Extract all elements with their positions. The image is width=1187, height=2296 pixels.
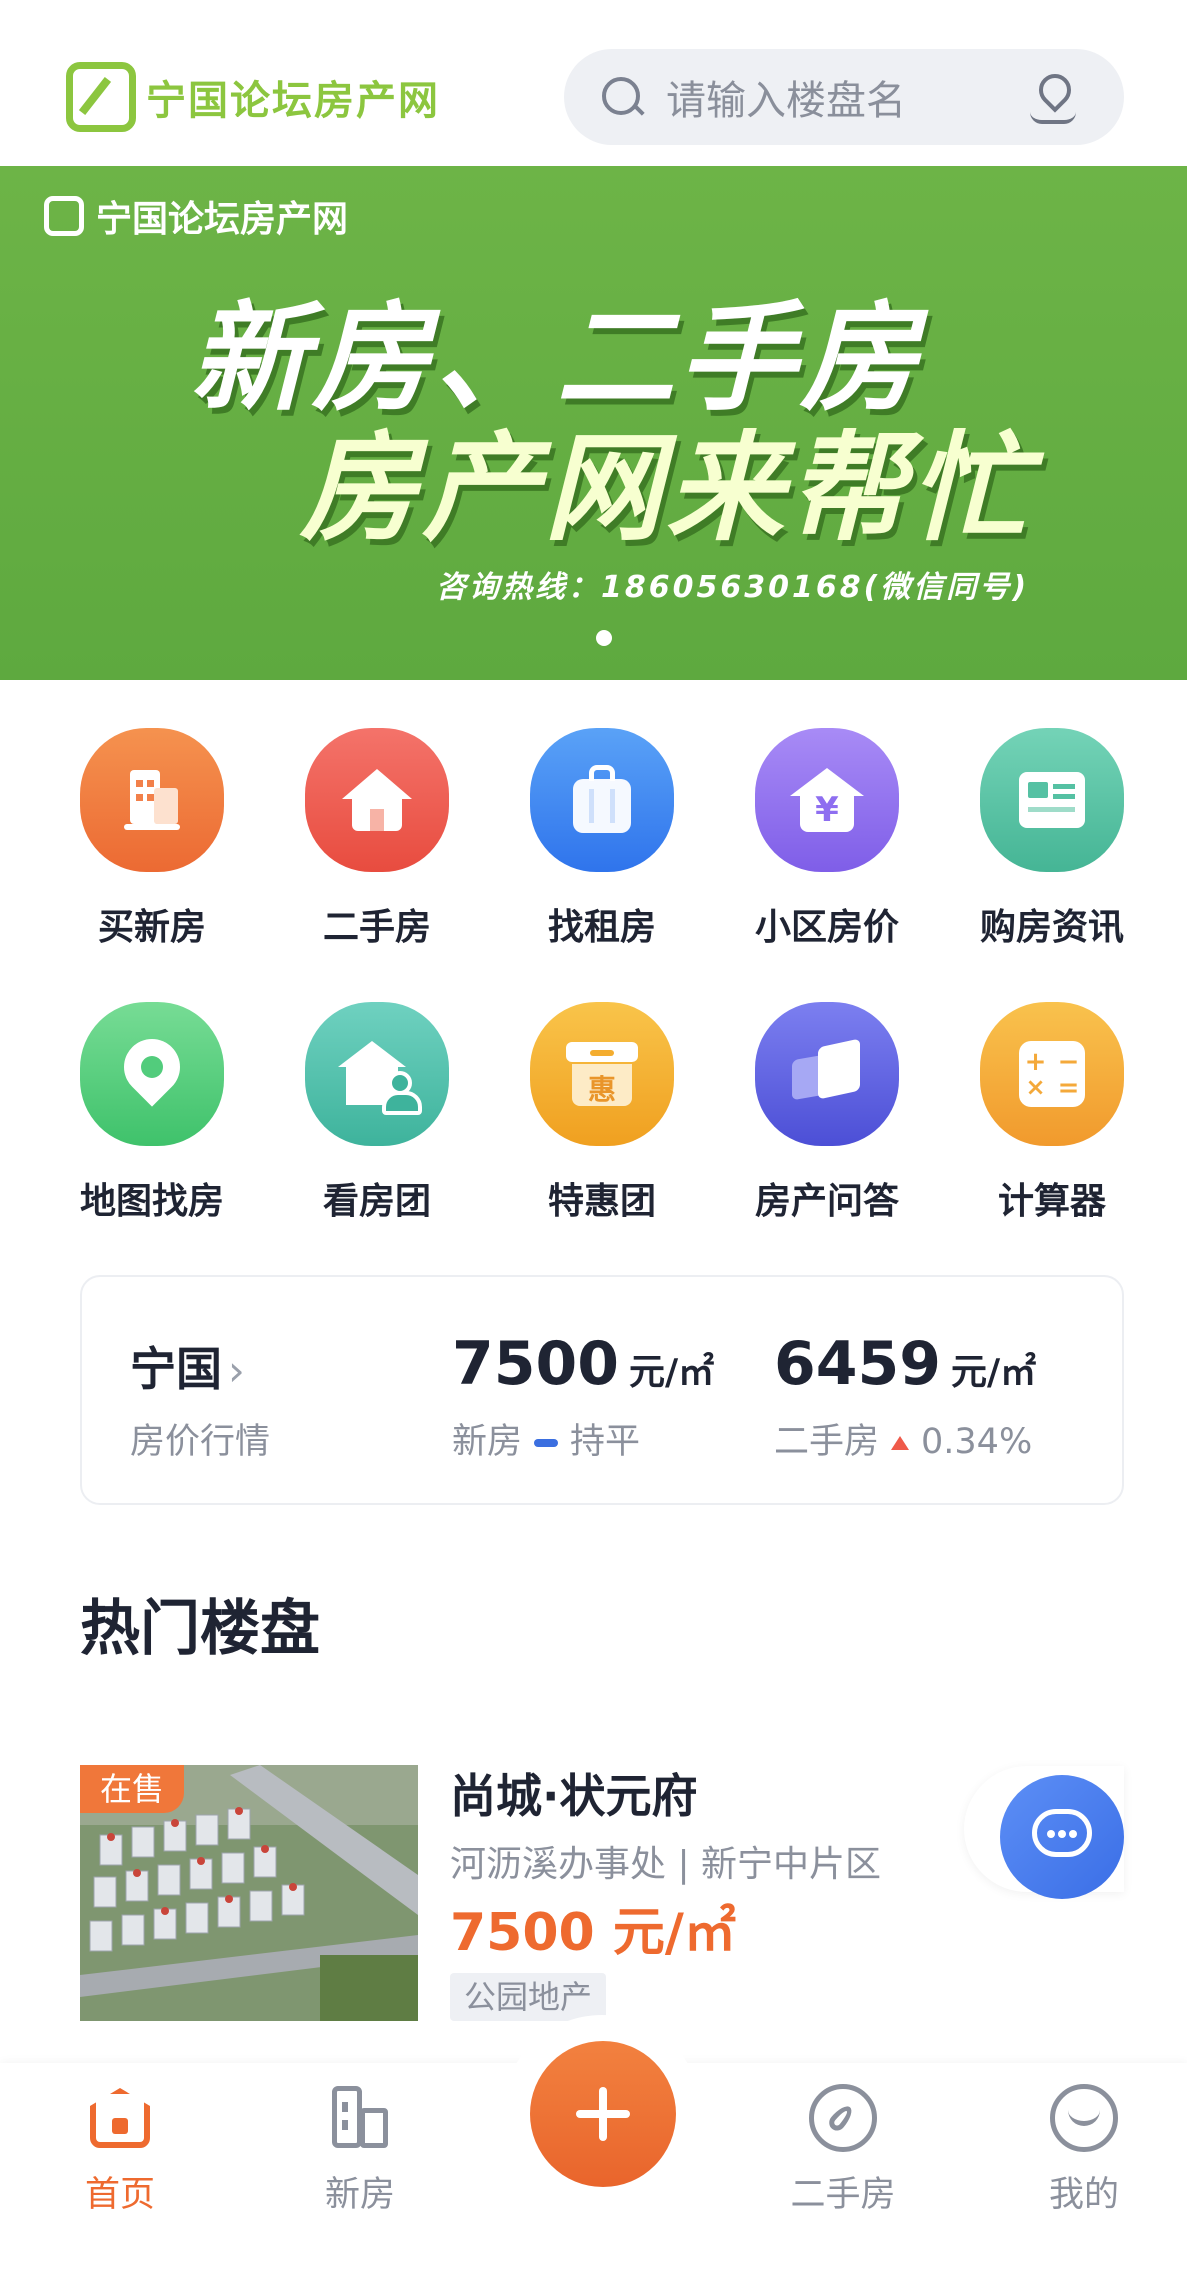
nav-item-second-hand[interactable]: 二手房 [287,728,467,950]
new-trend-value: 持平 [570,1422,641,1462]
status-badge: 在售 [80,1765,184,1813]
tab-new-house[interactable]: 新房 [290,2082,430,2217]
luggage-icon [530,728,674,872]
yuan-house-icon: ¥ [755,728,899,872]
chat-bubble-icon [1032,1809,1092,1857]
chevron-right-icon: › [228,1346,245,1395]
nav-label: 房产问答 [754,1181,899,1222]
second-house-trend: 二手房 0.34% [774,1413,1032,1464]
nav-label: 二手房 [322,907,431,948]
listing-location: 河沥溪办事处 | 新宁中片区 [450,1844,882,1885]
logo-text: 宁国论坛房产网 [146,78,440,124]
nav-item-qa[interactable]: 房产问答 [737,1002,917,1224]
second-price-value: 6459 [774,1329,941,1399]
price-trend-card[interactable]: 宁国 › 房价行情 7500 元/㎡ 新房 持平 6459 元/㎡ 二手房 0.34% [80,1275,1124,1505]
banner-brand: 宁国论坛房产网 [44,190,348,242]
listing-tag: 公园地产 [450,1973,607,2021]
header: 宁国论坛房产网 请输入楼盘名 [0,0,1187,166]
new-house-price: 7500 元/㎡ [452,1329,714,1399]
nav-label: 购房资讯 [979,907,1124,948]
tab-label: 新房 [324,2175,395,2215]
nav-item-rent[interactable]: 找租房 [512,728,692,950]
price-unit: 元/㎡ [629,1352,715,1393]
nav-item-community-price[interactable]: ¥ 小区房价 [737,728,917,950]
location-icon[interactable] [1030,74,1076,124]
nav-label: 计算器 [997,1181,1106,1222]
new-house-trend: 新房 持平 [452,1413,640,1464]
nav-item-calculator[interactable]: + − × = 计算器 [962,1002,1142,1224]
tab-mine[interactable]: 我的 [1014,2082,1154,2217]
nav-label: 买新房 [97,907,206,948]
home-icon [84,2082,156,2154]
logo-icon [66,62,136,132]
tab-label: 我的 [1048,2175,1119,2215]
search-placeholder: 请输入楼盘名 [666,78,906,124]
house-icon [305,728,449,872]
search-input[interactable]: 请输入楼盘名 [564,49,1124,145]
nav-label: 找租房 [547,907,656,948]
nav-label: 地图找房 [79,1181,224,1222]
tab-home[interactable]: 首页 [50,2082,190,2217]
building-outline-icon [324,2082,396,2154]
map-pin-icon [80,1002,224,1146]
nav-label: 小区房价 [754,907,899,948]
second-house-price: 6459 元/㎡ [774,1329,1036,1399]
second-trend-value: 0.34% [921,1422,1033,1462]
nav-item-buy-new[interactable]: 买新房 [62,728,242,950]
flat-trend-icon [534,1439,559,1447]
nav-label: 看房团 [322,1181,431,1222]
new-house-label: 新房 [452,1422,523,1462]
nav-label: 特惠团 [547,1181,656,1222]
banner-logo-icon [44,196,84,236]
promo-banner[interactable]: 宁国论坛房产网 新房、二手房 房产网来帮忙 咨询热线：18605630168(微… [0,166,1187,680]
flag-qa-icon [755,1002,899,1146]
listing-price: 7500 元/㎡ [450,1903,736,1963]
banner-headline-2: 房产网来帮忙 [300,419,1033,557]
tab-second-hand[interactable]: 二手房 [773,2082,913,2217]
second-house-label: 二手房 [774,1422,880,1462]
news-icon [980,728,1124,872]
tab-label: 二手房 [790,2175,896,2215]
city-selector[interactable]: 宁国 › [130,1333,245,1399]
discount-box-icon: 惠 [530,1002,674,1146]
nav-item-map[interactable]: 地图找房 [62,1002,242,1224]
city-name: 宁国 [130,1342,222,1396]
up-arrow-icon [891,1436,910,1450]
calculator-icon: + − × = [980,1002,1124,1146]
group-house-icon [305,1002,449,1146]
listing-title[interactable]: 尚城·状元府 [450,1760,697,1826]
tab-label: 首页 [84,2175,155,2215]
nav-item-news[interactable]: 购房资讯 [962,728,1142,950]
chat-button[interactable] [1000,1775,1124,1899]
building-icon [80,728,224,872]
price-card-subtitle: 房价行情 [130,1422,271,1462]
search-icon [600,75,644,119]
nav-item-viewing-group[interactable]: 看房团 [287,1002,467,1224]
price-unit: 元/㎡ [951,1352,1037,1393]
smile-icon [1048,2082,1120,2154]
banner-brand-text: 宁国论坛房产网 [96,199,349,240]
banner-hotline: 咨询热线：18605630168(微信同号) [436,570,1030,605]
add-button[interactable] [530,2041,676,2187]
section-title: 热门楼盘 [80,1594,320,1664]
carousel-indicator[interactable] [596,630,612,646]
new-price-value: 7500 [452,1329,619,1399]
site-logo[interactable]: 宁国论坛房产网 [66,62,446,132]
nav-item-discount[interactable]: 惠 特惠团 [512,1002,692,1224]
compass-icon [807,2082,879,2154]
